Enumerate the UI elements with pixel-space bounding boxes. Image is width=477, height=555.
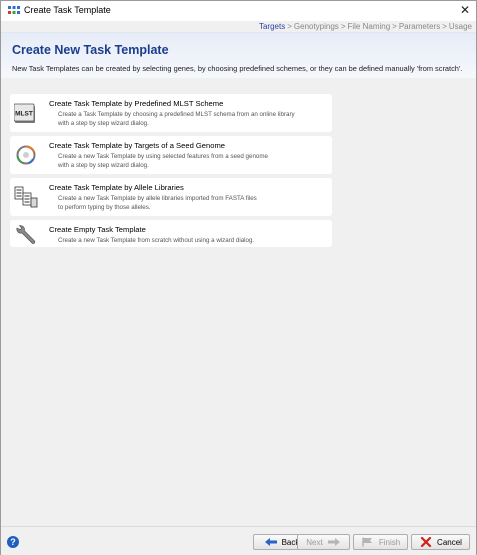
option-title: Create Task Template by Predefined MLST … bbox=[49, 99, 224, 108]
option-targets-of-seed-genome[interactable]: Create Task Template by Targets of a See… bbox=[10, 136, 332, 174]
finish-flag-icon bbox=[362, 537, 372, 547]
next-arrow-icon bbox=[327, 538, 340, 546]
option-description: Create a Task Template by choosing a pre… bbox=[58, 111, 295, 127]
wrench-icon bbox=[16, 225, 36, 244]
breadcrumb-step-file-naming: File Naming bbox=[347, 22, 391, 31]
page-header: Create New Task Template New Task Templa… bbox=[1, 32, 476, 78]
option-title: Create Task Template by Allele Libraries bbox=[49, 183, 184, 192]
finish-button[interactable]: Finish bbox=[353, 534, 408, 550]
breadcrumb-step-targets: Targets bbox=[258, 22, 286, 31]
window-title: Create Task Template bbox=[24, 5, 111, 15]
seed-genome-icon bbox=[16, 145, 36, 165]
page-title: Create New Task Template bbox=[12, 43, 169, 57]
app-icon bbox=[8, 6, 20, 14]
page-description: New Task Templates can be created by sel… bbox=[12, 64, 463, 73]
back-arrow-icon bbox=[264, 538, 277, 546]
option-description: Create a new Task Template from scratch … bbox=[58, 237, 255, 244]
allele-library-icon bbox=[14, 186, 38, 208]
title-bar: Create Task Template ✕ bbox=[1, 1, 476, 21]
help-icon[interactable]: ? bbox=[7, 536, 19, 548]
option-predefined-mlst-scheme[interactable]: MLST Create Task Template by Predefined … bbox=[10, 94, 332, 132]
footer-bar: ? Back Next Finish Cancel bbox=[1, 526, 476, 555]
breadcrumb: Targets > Genotypings > File Naming > Paramete… bbox=[258, 22, 472, 31]
option-description: Create a new Task Template by using sele… bbox=[58, 153, 268, 169]
dialog-window: Create Task Template ✕ Targets > Genotypin… bbox=[0, 0, 477, 555]
option-allele-libraries[interactable]: Create Task Template by Allele Libraries… bbox=[10, 178, 332, 216]
next-button[interactable]: Next bbox=[297, 534, 350, 550]
breadcrumb-step-parameters: Parameters bbox=[398, 22, 441, 31]
breadcrumb-step-genotypings: Genotypings bbox=[293, 22, 339, 31]
options-panel: MLST Create Task Template by Predefined … bbox=[1, 78, 476, 526]
breadcrumb-step-usage: Usage bbox=[448, 22, 472, 31]
cancel-x-icon bbox=[420, 537, 432, 547]
close-icon[interactable]: ✕ bbox=[460, 3, 470, 17]
option-empty-task-template[interactable]: Create Empty Task Template Create a new … bbox=[10, 220, 332, 247]
cancel-button[interactable]: Cancel bbox=[411, 534, 470, 550]
option-title: Create Task Template by Targets of a See… bbox=[49, 141, 226, 150]
mlst-icon: MLST bbox=[14, 103, 35, 123]
option-description: Create a new Task Template by allele lib… bbox=[58, 195, 257, 211]
mlst-icon-text: MLST bbox=[15, 111, 33, 118]
option-title: Create Empty Task Template bbox=[49, 225, 146, 234]
